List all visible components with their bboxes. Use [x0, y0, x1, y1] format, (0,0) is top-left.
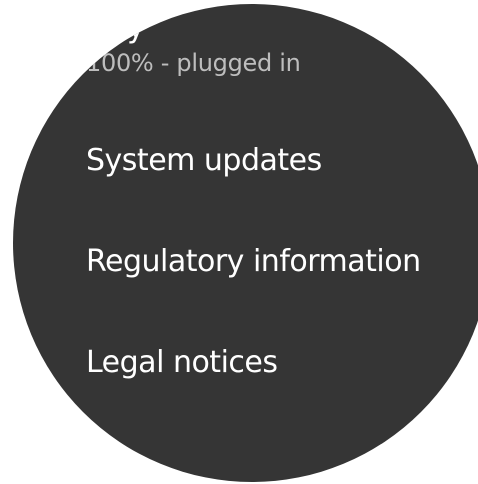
battery-status: 100% - plugged in: [86, 49, 301, 77]
settings-item-battery[interactable]: tery 100% - plugged in: [86, 10, 301, 78]
watch-face: tery 100% - plugged in System updates Re…: [13, 4, 478, 482]
settings-item-regulatory-information[interactable]: Regulatory information: [86, 244, 421, 280]
battery-title: tery: [86, 10, 145, 45]
settings-item-system-updates[interactable]: System updates: [86, 143, 322, 179]
system-updates-label: System updates: [86, 143, 322, 178]
screen-frame: tery 100% - plugged in System updates Re…: [0, 0, 478, 484]
settings-item-legal-notices[interactable]: Legal notices: [86, 345, 278, 381]
settings-list[interactable]: tery 100% - plugged in System updates Re…: [13, 4, 478, 482]
regulatory-information-label: Regulatory information: [86, 244, 421, 279]
legal-notices-label: Legal notices: [86, 345, 278, 380]
